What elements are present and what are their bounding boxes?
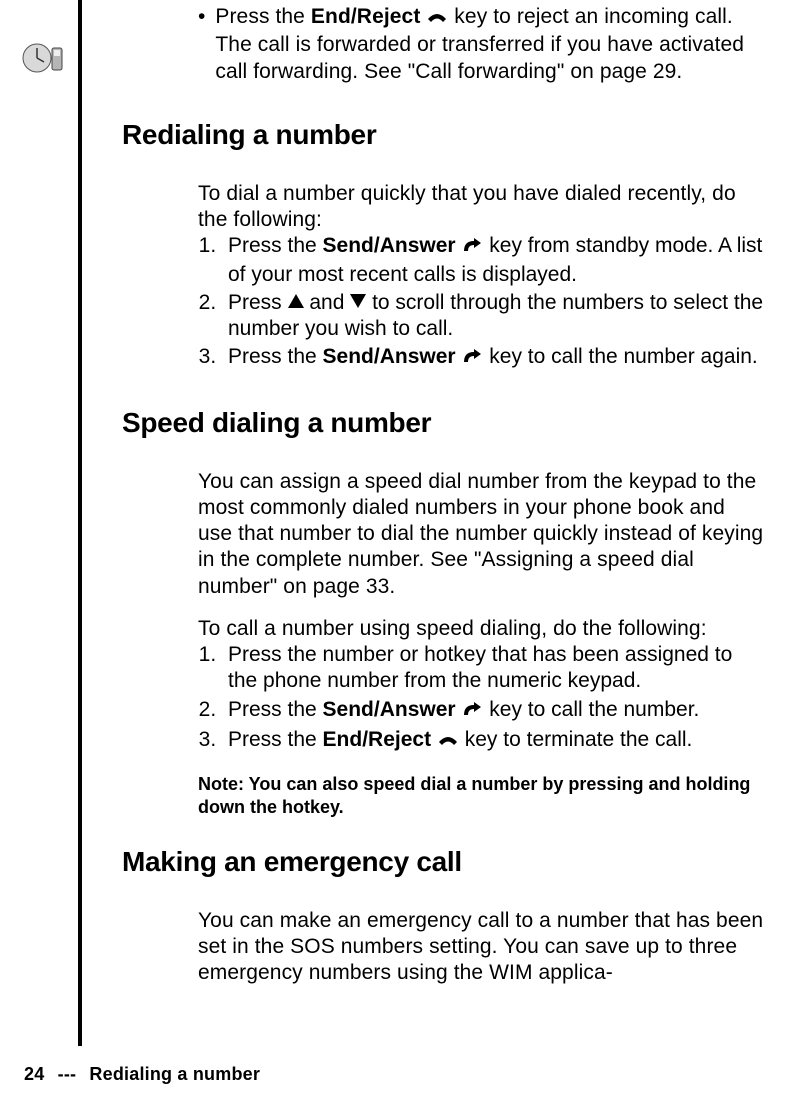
end-call-icon <box>426 6 448 32</box>
text: Press the <box>215 5 311 28</box>
text: and <box>304 291 351 314</box>
text: key to call the number again. <box>483 345 757 368</box>
emergency-para: You can make an emergency call to a numb… <box>198 908 764 987</box>
end-reject-label: End/Reject <box>311 5 421 28</box>
margin-rule <box>78 0 82 1046</box>
send-answer-label: Send/Answer <box>323 698 456 721</box>
footer-dashes: --- <box>58 1064 77 1084</box>
redial-step-2: Press and to scroll through the numbers … <box>222 290 764 343</box>
heading-redialing: Redialing a number <box>122 119 764 151</box>
text: Press the <box>228 728 323 751</box>
send-call-icon <box>461 235 483 261</box>
up-arrow-icon <box>288 294 304 308</box>
speed-para1: You can assign a speed dial number from … <box>198 469 764 600</box>
page-content: • Press the End/Reject key to reject an … <box>122 0 764 987</box>
text: key to call the number. <box>483 698 699 721</box>
manual-section-icon <box>22 40 68 76</box>
speed-step-3: Press the End/Reject key to terminate th… <box>222 727 764 755</box>
send-answer-label: Send/Answer <box>323 234 456 257</box>
send-answer-label: Send/Answer <box>323 345 456 368</box>
speed-lead: To call a number using speed dialing, do… <box>198 616 764 642</box>
text: Press the <box>228 698 323 721</box>
heading-speed-dialing: Speed dialing a number <box>122 407 764 439</box>
speed-step-2: Press the Send/Answer key to call the nu… <box>222 697 764 725</box>
text: Press the <box>228 345 323 368</box>
text: Press <box>228 291 288 314</box>
heading-emergency: Making an emergency call <box>122 846 764 878</box>
redial-step-3: Press the Send/Answer key to call the nu… <box>222 344 764 372</box>
end-call-icon <box>437 729 459 755</box>
text: Press the <box>228 234 323 257</box>
page-footer: 24 --- Redialing a number <box>24 1064 260 1085</box>
manual-page: • Press the End/Reject key to reject an … <box>0 0 792 1111</box>
footer-title: Redialing a number <box>89 1064 260 1084</box>
intro-bullet: • Press the End/Reject key to reject an … <box>198 4 764 85</box>
intro-bullet-text: Press the End/Reject key to reject an in… <box>215 4 764 85</box>
redial-lead: To dial a number quickly that you have d… <box>198 181 764 234</box>
down-arrow-icon <box>350 294 366 308</box>
page-number: 24 <box>24 1064 44 1084</box>
redial-step-1: Press the Send/Answer key from standby m… <box>222 233 764 288</box>
send-call-icon <box>461 699 483 725</box>
speed-step-1: Press the number or hotkey that has been… <box>222 642 764 695</box>
end-reject-label: End/Reject <box>323 728 432 751</box>
speed-steps: Press the number or hotkey that has been… <box>198 642 764 755</box>
bullet-marker: • <box>198 4 205 85</box>
speed-note: Note: You can also speed dial a number b… <box>198 773 764 820</box>
redial-steps: Press the Send/Answer key from standby m… <box>198 233 764 372</box>
text: key to terminate the call. <box>459 728 692 751</box>
send-call-icon <box>461 346 483 372</box>
